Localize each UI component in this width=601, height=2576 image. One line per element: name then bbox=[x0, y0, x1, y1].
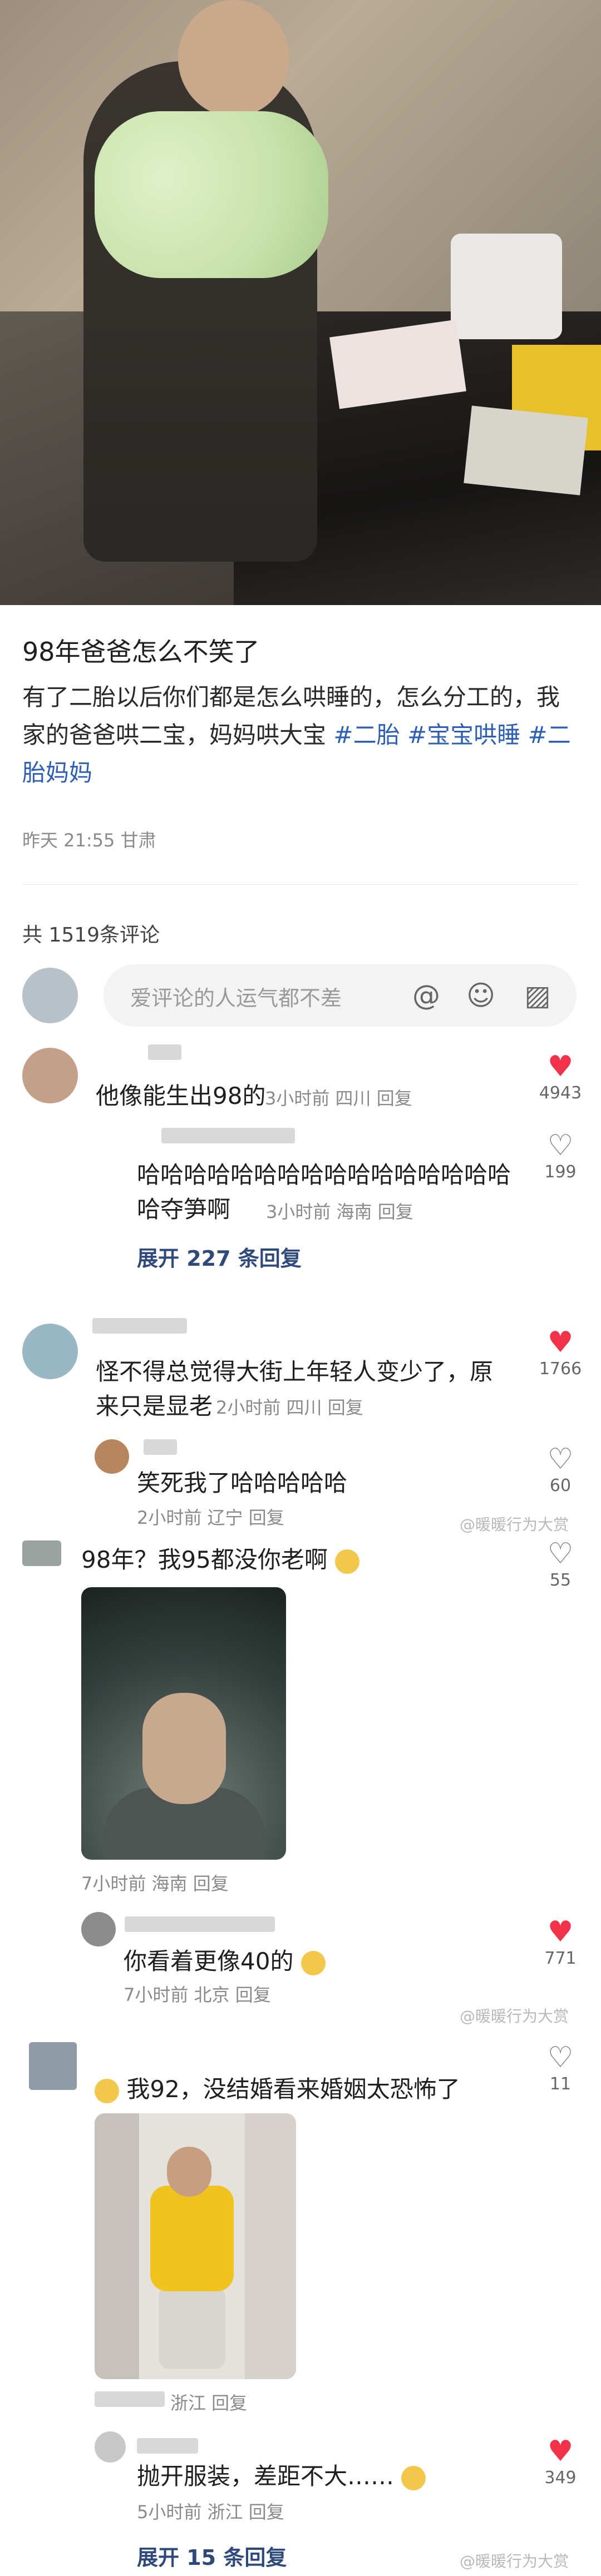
hashtag[interactable]: #宝宝哄睡 bbox=[407, 721, 520, 749]
like-count: 11 bbox=[549, 2074, 572, 2094]
reply-meta[interactable]: 3小时前 海南 回复 bbox=[266, 1198, 413, 1223]
smile-icon[interactable]: ☺ bbox=[464, 979, 497, 1012]
image-legs bbox=[159, 2286, 225, 2369]
watermark: @暖暖行为大赏 bbox=[460, 2007, 569, 2025]
watermark: @暖暖行为大赏 bbox=[460, 1515, 569, 1534]
like-button[interactable]: ♥ 1766 bbox=[535, 1326, 585, 1379]
like-count: 349 bbox=[544, 2468, 577, 2488]
post-title: 98年爸爸怎么不笑了 bbox=[22, 637, 260, 667]
hashtag[interactable]: #二胎 bbox=[333, 721, 400, 749]
emoji-icon bbox=[95, 2078, 119, 2103]
avatar[interactable] bbox=[81, 1912, 116, 1946]
heart-icon: ♡ bbox=[547, 1443, 574, 1476]
reply-text: 抛开服装，差距不大…… bbox=[137, 2459, 426, 2494]
heart-icon: ♥ bbox=[547, 1050, 574, 1083]
photo-baby bbox=[95, 111, 328, 278]
like-button[interactable]: ♥ 4943 bbox=[535, 1050, 585, 1103]
comment-meta[interactable]: 7小时前 海南 回复 bbox=[81, 1870, 229, 1895]
like-button[interactable]: ♡ 55 bbox=[535, 1537, 585, 1590]
photo-device bbox=[451, 234, 562, 339]
reply-meta[interactable]: 7小时前 北京 回复 bbox=[124, 1981, 271, 2007]
watermark: @暖暖行为大赏 bbox=[460, 2552, 569, 2570]
like-button[interactable]: ♥ 349 bbox=[535, 2435, 585, 2488]
heart-icon: ♥ bbox=[547, 1326, 574, 1359]
photo-paper-2 bbox=[464, 405, 588, 496]
like-button[interactable]: ♥ 771 bbox=[535, 1915, 585, 1968]
reply-meta[interactable]: 5小时前 浙江 回复 bbox=[137, 2498, 284, 2524]
comment-input-placeholder: 爱评论的人运气都不差 bbox=[130, 986, 342, 1010]
heart-icon: ♡ bbox=[547, 1129, 574, 1162]
image-icon[interactable]: ▨ bbox=[521, 979, 554, 1012]
heart-icon: ♥ bbox=[547, 2435, 574, 2468]
reply-text: 你看着更像40的 bbox=[124, 1944, 326, 1979]
image-wall bbox=[245, 2113, 296, 2379]
like-count: 771 bbox=[544, 1949, 577, 1968]
username[interactable] bbox=[144, 1439, 177, 1455]
comment-meta[interactable]: 浙江 回复 bbox=[170, 2389, 247, 2415]
photo-father-head bbox=[178, 0, 289, 117]
comment-image[interactable] bbox=[81, 1587, 286, 1860]
username[interactable] bbox=[92, 1318, 187, 1334]
heart-icon: ♡ bbox=[547, 1537, 574, 1571]
avatar[interactable] bbox=[29, 2042, 77, 2090]
my-avatar[interactable] bbox=[22, 968, 78, 1023]
comment-text: 我92，没结婚看来婚姻太恐怖了 bbox=[95, 2072, 460, 2107]
avatar[interactable] bbox=[95, 2431, 126, 2463]
comment-meta[interactable]: 3小时前 四川 回复 bbox=[265, 1084, 412, 1110]
comment-text: 98年？我95都没你老啊 bbox=[81, 1543, 360, 1577]
comment-text: 他像能生出98的 bbox=[96, 1082, 266, 1109]
username[interactable] bbox=[137, 2438, 198, 2454]
image-door bbox=[95, 2113, 139, 2379]
heart-icon: ♡ bbox=[547, 2041, 574, 2074]
reply-meta[interactable]: 2小时前 辽宁 回复 bbox=[137, 1504, 284, 1529]
reply-text: 笑死我了哈哈哈哈哈 bbox=[137, 1469, 348, 1497]
expand-replies[interactable]: 展开 227 条回复 bbox=[137, 1241, 302, 1272]
emoji-icon bbox=[300, 1950, 326, 1975]
like-count: 199 bbox=[544, 1162, 577, 1182]
emoji-icon bbox=[335, 1549, 360, 1574]
like-button[interactable]: ♡ 199 bbox=[535, 1129, 585, 1182]
username[interactable] bbox=[95, 2391, 165, 2407]
post-body: 有了二胎以后你们都是怎么哄睡的，怎么分工的，我家的爸爸哄二宝，妈妈哄大宝 #二胎… bbox=[22, 678, 579, 792]
like-button[interactable]: ♡ 60 bbox=[535, 1443, 585, 1495]
image-face bbox=[142, 1693, 226, 1804]
post-photo[interactable] bbox=[0, 0, 601, 605]
post-meta: 昨天 21:55 甘肃 bbox=[22, 830, 156, 851]
like-button[interactable]: ♡ 11 bbox=[535, 2041, 585, 2094]
avatar[interactable] bbox=[95, 1439, 129, 1474]
username[interactable] bbox=[125, 1916, 275, 1932]
avatar[interactable] bbox=[22, 1048, 78, 1103]
comment-image[interactable] bbox=[95, 2113, 296, 2379]
at-icon[interactable]: @ bbox=[410, 979, 443, 1012]
expand-replies[interactable]: 展开 15 条回复 bbox=[137, 2540, 287, 2571]
heart-icon: ♥ bbox=[547, 1915, 574, 1949]
like-count: 60 bbox=[549, 1476, 572, 1495]
username[interactable] bbox=[161, 1128, 295, 1143]
divider bbox=[22, 884, 579, 885]
username[interactable] bbox=[148, 1044, 181, 1060]
comment-meta[interactable]: 2小时前 四川 回复 bbox=[216, 1394, 363, 1419]
like-count: 1766 bbox=[539, 1359, 582, 1379]
image-face bbox=[167, 2147, 211, 2197]
like-count: 4943 bbox=[539, 1083, 582, 1103]
like-count: 55 bbox=[549, 1571, 572, 1590]
avatar[interactable] bbox=[22, 1324, 78, 1379]
emoji-icon bbox=[401, 2465, 426, 2490]
comment-count: 共 1519条评论 bbox=[22, 924, 160, 947]
image-shirt bbox=[150, 2186, 234, 2291]
avatar[interactable] bbox=[22, 1540, 61, 1566]
